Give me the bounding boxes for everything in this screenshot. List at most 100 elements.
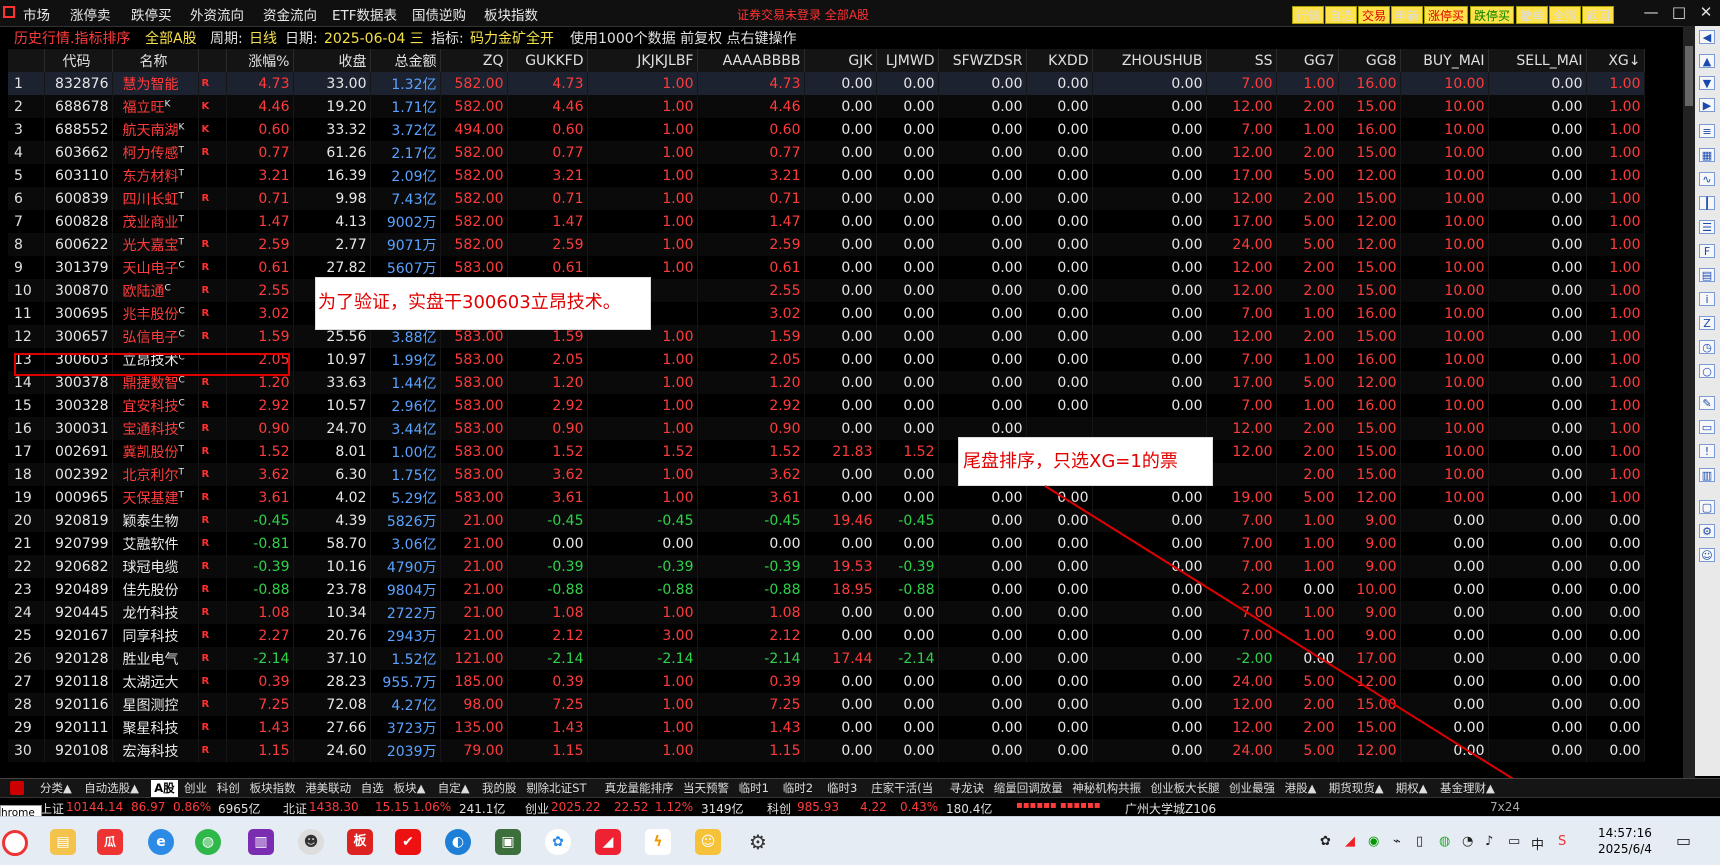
col-header-ss[interactable]: SS [1206, 49, 1277, 72]
rar-icon[interactable]: ▥ [248, 829, 274, 855]
tab-9[interactable]: 自定▲ [438, 780, 470, 797]
stock-name-cell[interactable]: 宜安科技C [112, 394, 199, 417]
col-header-gg8[interactable]: GG8 [1338, 49, 1401, 72]
flash-app-icon[interactable]: ϟ [645, 829, 671, 855]
stock-name-cell[interactable]: 龙竹科技 [112, 601, 199, 624]
stock-code[interactable]: 300870 [44, 279, 113, 302]
minimize-icon[interactable]: — [1642, 3, 1660, 21]
stock-name-cell[interactable]: 佳先股份 [112, 578, 199, 601]
tab-7[interactable]: 自选 [361, 780, 384, 797]
tab-4[interactable]: 科创 [217, 780, 240, 797]
table-row[interactable]: 26 920128 胜业电气 R -2.14 37.10 1.52亿 121.00 -2.14-… [8, 647, 1645, 670]
tab-8[interactable]: 板块▲ [394, 780, 426, 797]
stock-name-cell[interactable]: 慧为智能 [112, 72, 199, 95]
stock-code[interactable]: 002691 [44, 440, 113, 463]
stock-code[interactable]: 920116 [44, 693, 113, 716]
stock-name-cell[interactable]: 同享科技 [112, 624, 199, 647]
table-row[interactable]: 11300695兆丰股份CR3.0283.020.000.000.000.000… [8, 302, 1645, 325]
chrome-icon[interactable] [2, 830, 28, 856]
table-row[interactable]: 20 920819 颖泰生物 R -0.45 4.39 5826万 21.00 -0.45 -0.… [8, 509, 1645, 532]
tab-18[interactable]: 寻龙诀 [950, 780, 985, 797]
close-icon[interactable]: ✕ [1697, 3, 1715, 21]
table-row[interactable]: 12 300657 弘信电子C R 1.59 25.56 3.88亿 583.00 1.59 1.… [8, 325, 1645, 348]
stock-name-cell[interactable]: 艾融软件 [112, 532, 199, 555]
back-button[interactable]: 返回 [1582, 6, 1615, 24]
settings-gear-icon[interactable]: ⚙ [745, 829, 771, 855]
file-explorer-icon[interactable]: ▤ [50, 829, 76, 855]
stock-name-cell[interactable]: 四川长虹T [112, 187, 199, 210]
tab-3[interactable]: 创业 [184, 780, 207, 797]
tab-14[interactable]: 临时1 [739, 780, 769, 797]
stock-name-cell[interactable]: 兆丰股份C [112, 302, 199, 325]
tab-2[interactable]: A股 [151, 780, 178, 797]
stock-code[interactable]: 688552 [44, 118, 113, 141]
col-header-buy-mai[interactable]: BUY_MAI [1400, 49, 1489, 72]
table-row[interactable]: 29 920111 聚星科技 R 1.43 27.66 3723万 135.00 1.43 1.0… [8, 716, 1645, 739]
report-icon[interactable]: ≡ [1699, 124, 1715, 138]
tray-nvidia-icon[interactable]: ◉ [1368, 834, 1379, 849]
limit-up-buy-button[interactable]: 涨停买 [1424, 6, 1469, 24]
stock-name-cell[interactable]: 星图测控 [112, 693, 199, 716]
limit-down-buy-button[interactable]: 跌停买 [1470, 6, 1515, 24]
circle-icon[interactable]: ○ [1699, 364, 1715, 378]
arrow-right-icon[interactable]: ▶ [1699, 98, 1715, 112]
table-row[interactable]: 15 300328 宜安科技C R 2.92 10.57 2.96亿 583.00 2.92 1.… [8, 394, 1645, 417]
stock-name-cell[interactable]: 胜业电气 [112, 647, 199, 670]
indicator-value[interactable]: 码力金矿全开 [470, 28, 554, 48]
chart-icon[interactable]: ▥ [1699, 468, 1715, 482]
stock-name-cell[interactable]: 颖泰生物 [112, 509, 199, 532]
baidu-netdisk-icon[interactable]: ✿ [545, 829, 571, 855]
clock-icon[interactable]: ◷ [1699, 340, 1715, 354]
menu-item-repo[interactable]: 国债逆购 [412, 4, 466, 24]
stock-code[interactable]: 300695 [44, 302, 113, 325]
tab-15[interactable]: 临时2 [783, 780, 813, 797]
stock-code[interactable]: 002392 [44, 463, 113, 486]
table-row[interactable]: 27 920118 太湖远大 R 0.39 28.23 955.7万 185.00 0.39 1.… [8, 670, 1645, 693]
ime-indicator[interactable]: 中 [1531, 834, 1544, 853]
stock-code[interactable]: 832876 [44, 72, 113, 95]
trade-button[interactable]: 交易 [1358, 6, 1391, 24]
stock-name-cell[interactable]: 冀凯股份T [112, 440, 199, 463]
menu-item-sector-index[interactable]: 板块指数 [484, 4, 538, 24]
cancel-order-button[interactable]: 撤单 [1516, 6, 1549, 24]
stock-code[interactable]: 920167 [44, 624, 113, 647]
col-header-aaaabbbb[interactable]: AAAABBBB [697, 49, 805, 72]
tray-usb-icon[interactable]: ⌁ [1393, 834, 1401, 849]
arrow-down-icon[interactable]: ▼ [1699, 76, 1715, 90]
tab-17[interactable]: 庄家干活(当 [871, 780, 933, 797]
stock-name-cell[interactable]: 弘信电子C [112, 325, 199, 348]
stock-app-icon[interactable]: ◢ [595, 829, 621, 855]
stock-code[interactable]: 920118 [44, 670, 113, 693]
menu-item-etf[interactable]: ETF数据表 [332, 4, 397, 24]
tab-6[interactable]: 港美联动 [305, 780, 351, 797]
tab-0[interactable]: 分类▲ [40, 780, 72, 797]
stock-code[interactable]: 301379 [44, 256, 113, 279]
table-scrollbar[interactable] [1683, 26, 1695, 779]
table-icon[interactable]: ▦ [1699, 148, 1715, 162]
stock-code[interactable]: 920489 [44, 578, 113, 601]
cancel-all-button[interactable]: 全撤 [1549, 6, 1582, 24]
qq-icon[interactable]: ☻ [298, 829, 324, 855]
tab-24[interactable]: 期货现货▲ [1329, 780, 1384, 797]
period-value[interactable]: 日线 [249, 28, 277, 48]
stock-code[interactable]: 920682 [44, 555, 113, 578]
stock-code[interactable]: 600828 [44, 210, 113, 233]
table-row[interactable]: 9 301379 天山电子C R 0.61 27.82 5607万 583.00 0.61 1.0… [8, 256, 1645, 279]
col-header-code[interactable]: 代码 [44, 49, 113, 72]
stock-name-cell[interactable]: 福立旺K [112, 95, 199, 118]
tab-11[interactable]: 剔除北证ST [526, 780, 586, 797]
col-header-pct-change[interactable]: 涨幅% [226, 49, 294, 72]
table-row[interactable]: 4 603662 柯力传感T R 0.77 61.26 2.17亿 582.00 0.77 1.0… [8, 141, 1645, 164]
col-header-flag[interactable] [198, 49, 227, 72]
tab-20[interactable]: 神秘机构共振 [1072, 780, 1141, 797]
date-value[interactable]: 2025-06-04 三 [324, 28, 424, 48]
edge-legacy-icon[interactable]: e [148, 829, 174, 855]
grid-icon[interactable]: ▤ [1699, 268, 1715, 282]
table-row[interactable]: 7 600828 茂业商业T 1.47 4.13 9002万 582.00 1.47 1.00 1… [8, 210, 1645, 233]
arrow-up-icon[interactable]: ▲ [1699, 54, 1715, 68]
tab-22[interactable]: 创业最强 [1229, 780, 1275, 797]
stock-name-cell[interactable]: 聚星科技 [112, 716, 199, 739]
tray-network-icon[interactable]: ◔ [1462, 834, 1473, 849]
stock-code[interactable]: 920445 [44, 601, 113, 624]
tab-16[interactable]: 临时3 [827, 780, 857, 797]
